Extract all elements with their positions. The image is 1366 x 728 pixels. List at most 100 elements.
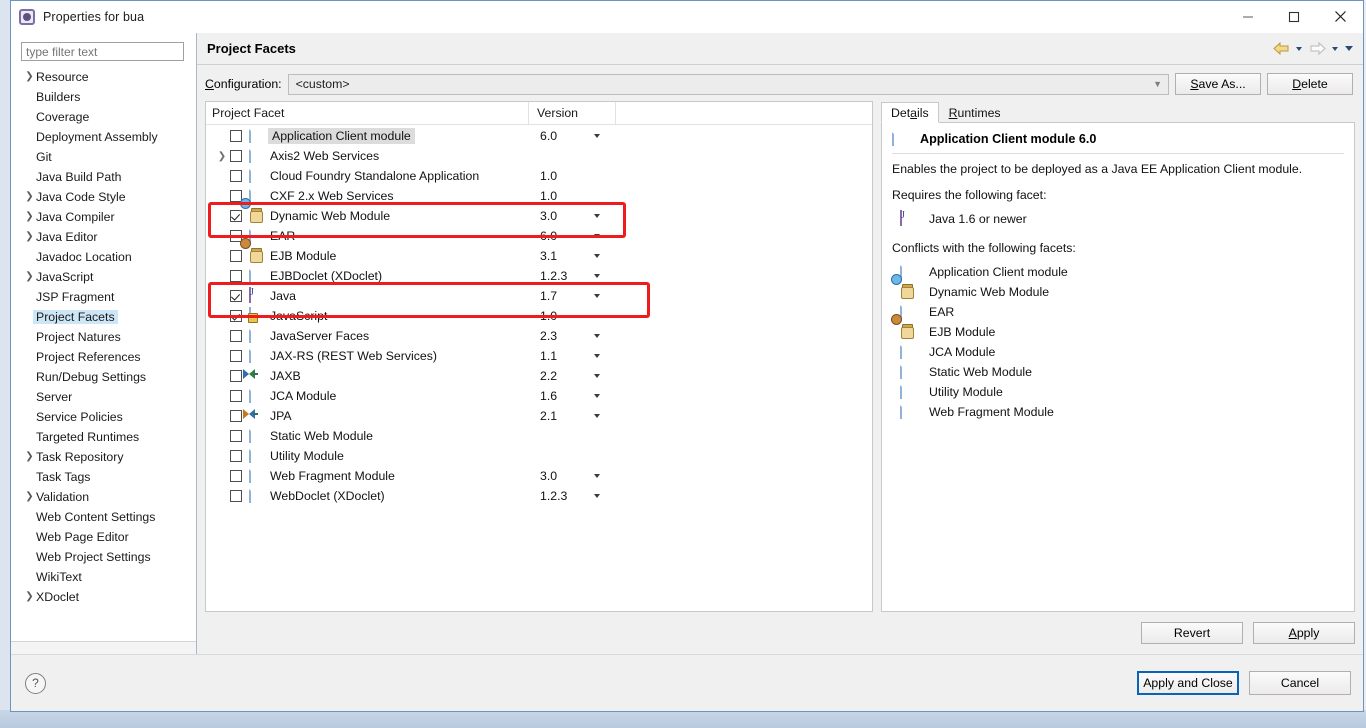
table-row[interactable]: ❯CXF 2.x Web Services1.0 <box>206 186 872 206</box>
facet-checkbox[interactable] <box>230 150 242 162</box>
table-row[interactable]: ❯ Axis2 Web Services <box>206 146 872 166</box>
sidebar-item-run-debug-settings[interactable]: ❯Run/Debug Settings <box>15 367 196 387</box>
facet-checkbox[interactable] <box>230 350 242 362</box>
table-row[interactable]: ❯Dynamic Web Module3.0 <box>206 198 872 226</box>
chevron-right-icon[interactable]: ❯ <box>23 72 36 82</box>
sidebar-item-xdoclet[interactable]: ❯ XDoclet <box>15 587 196 607</box>
facet-checkbox[interactable] <box>230 170 242 182</box>
configuration-combo[interactable]: <custom> ▼ <box>287 73 1169 95</box>
sidebar-item-git[interactable]: ❯Git <box>15 147 196 167</box>
facet-checkbox[interactable] <box>230 390 242 402</box>
version-dropdown-icon[interactable] <box>592 334 602 338</box>
facet-checkbox[interactable] <box>230 290 242 302</box>
sidebar-item-builders[interactable]: ❯Builders <box>15 87 196 107</box>
table-row[interactable]: ❯WebDoclet (XDoclet)1.2.3 <box>206 486 872 506</box>
table-row[interactable]: ❯JavaScript1.0 <box>206 306 872 326</box>
sidebar-item-jsp-fragment[interactable]: ❯JSP Fragment <box>15 287 196 307</box>
chevron-right-icon[interactable]: ❯ <box>23 492 36 502</box>
sidebar-item-project-facets[interactable]: ❯Project Facets <box>15 307 196 327</box>
sidebar-item-wikitext[interactable]: ❯WikiText <box>15 567 196 587</box>
version-dropdown-icon[interactable] <box>592 414 602 418</box>
sidebar-horizontal-scrollbar[interactable] <box>11 641 196 654</box>
table-row[interactable]: ❯JavaServer Faces2.3 <box>206 326 872 346</box>
facet-checkbox[interactable] <box>230 410 242 422</box>
version-dropdown-icon[interactable] <box>592 394 602 398</box>
table-row[interactable]: ❯JCA Module1.6 <box>206 386 872 406</box>
facet-checkbox[interactable] <box>230 250 242 262</box>
table-row[interactable]: ❯Java1.7 <box>206 286 872 306</box>
tab-runtimes[interactable]: Runtimes <box>938 102 1011 123</box>
version-dropdown-icon[interactable] <box>592 474 602 478</box>
facet-checkbox[interactable] <box>230 430 242 442</box>
sidebar-item-javadoc-location[interactable]: ❯Javadoc Location <box>15 247 196 267</box>
version-dropdown-icon[interactable] <box>592 374 602 378</box>
cancel-button[interactable]: Cancel <box>1249 671 1351 695</box>
table-row[interactable]: ❯JPA2.1 <box>206 406 872 426</box>
revert-button[interactable]: Revert <box>1141 622 1243 644</box>
version-dropdown-icon[interactable] <box>592 494 602 498</box>
sidebar-item-web-content-settings[interactable]: ❯Web Content Settings <box>15 507 196 527</box>
table-row[interactable]: ❯JAXB2.2 <box>206 366 872 386</box>
facet-checkbox[interactable] <box>230 470 242 482</box>
facet-checkbox[interactable] <box>230 130 242 142</box>
sidebar-item-task-tags[interactable]: ❯Task Tags <box>15 467 196 487</box>
sidebar-item-server[interactable]: ❯Server <box>15 387 196 407</box>
facet-checkbox[interactable] <box>230 270 242 282</box>
maximize-button[interactable] <box>1271 1 1317 32</box>
chevron-right-icon[interactable]: ❯ <box>23 212 36 222</box>
chevron-right-icon[interactable]: ❯ <box>23 272 36 282</box>
version-dropdown-icon[interactable] <box>592 214 602 218</box>
facet-checkbox[interactable] <box>230 330 242 342</box>
sidebar-item-service-policies[interactable]: ❯Service Policies <box>15 407 196 427</box>
sidebar-item-javascript[interactable]: ❯ JavaScript <box>15 267 196 287</box>
version-dropdown-icon[interactable] <box>592 134 602 138</box>
table-row[interactable]: ❯Cloud Foundry Standalone Application1.0 <box>206 166 872 186</box>
sidebar-item-resource[interactable]: ❯ Resource <box>15 67 196 87</box>
chevron-right-icon[interactable]: ❯ <box>214 151 230 162</box>
filter-input[interactable] <box>21 42 184 61</box>
sidebar-item-java-code-style[interactable]: ❯ Java Code Style <box>15 187 196 207</box>
back-dropdown-icon[interactable] <box>1293 39 1305 59</box>
help-icon[interactable]: ? <box>25 672 46 694</box>
delete-button[interactable]: Delete <box>1267 73 1353 95</box>
chevron-right-icon[interactable]: ❯ <box>23 232 36 242</box>
table-row[interactable]: ❯EJB Module3.1 <box>206 238 872 266</box>
tab-details[interactable]: Det a ils <box>881 102 939 123</box>
table-row[interactable]: ❯Static Web Module <box>206 426 872 446</box>
sidebar-item-targeted-runtimes[interactable]: ❯Targeted Runtimes <box>15 427 196 447</box>
version-dropdown-icon[interactable] <box>592 274 602 278</box>
sidebar-item-task-repository[interactable]: ❯ Task Repository <box>15 447 196 467</box>
table-row[interactable]: ❯EAR6.0 <box>206 226 872 246</box>
facet-checkbox[interactable] <box>230 210 242 222</box>
nav-menu-icon[interactable] <box>1343 39 1355 59</box>
sidebar-item-deployment-assembly[interactable]: ❯Deployment Assembly <box>15 127 196 147</box>
sidebar-item-java-compiler[interactable]: ❯ Java Compiler <box>15 207 196 227</box>
version-dropdown-icon[interactable] <box>592 354 602 358</box>
sidebar-item-web-project-settings[interactable]: ❯Web Project Settings <box>15 547 196 567</box>
version-dropdown-icon[interactable] <box>592 254 602 258</box>
sidebar-item-java-build-path[interactable]: ❯Java Build Path <box>15 167 196 187</box>
table-row[interactable]: ❯Application Client module6.0 <box>206 126 872 146</box>
chevron-right-icon[interactable]: ❯ <box>23 592 36 602</box>
back-arrow-icon[interactable] <box>1271 39 1291 59</box>
facet-checkbox[interactable] <box>230 310 242 322</box>
sidebar-item-coverage[interactable]: ❯Coverage <box>15 107 196 127</box>
sidebar-item-project-natures[interactable]: ❯Project Natures <box>15 327 196 347</box>
sidebar-item-project-references[interactable]: ❯Project References <box>15 347 196 367</box>
apply-and-close-button[interactable]: Apply and Close <box>1137 671 1239 695</box>
close-button[interactable] <box>1317 1 1363 32</box>
chevron-right-icon[interactable]: ❯ <box>23 192 36 202</box>
sidebar-item-web-page-editor[interactable]: ❯Web Page Editor <box>15 527 196 547</box>
table-row[interactable]: ❯Utility Module <box>206 446 872 466</box>
forward-arrow-icon[interactable] <box>1307 39 1327 59</box>
sidebar-item-validation[interactable]: ❯ Validation <box>15 487 196 507</box>
forward-dropdown-icon[interactable] <box>1329 39 1341 59</box>
facet-checkbox[interactable] <box>230 450 242 462</box>
chevron-right-icon[interactable]: ❯ <box>23 452 36 462</box>
facet-checkbox[interactable] <box>230 490 242 502</box>
facet-checkbox[interactable] <box>230 370 242 382</box>
sidebar-item-java-editor[interactable]: ❯ Java Editor <box>15 227 196 247</box>
table-row[interactable]: ❯Web Fragment Module3.0 <box>206 466 872 486</box>
column-header-version[interactable]: Version <box>528 102 616 124</box>
apply-button[interactable]: Apply <box>1253 622 1355 644</box>
